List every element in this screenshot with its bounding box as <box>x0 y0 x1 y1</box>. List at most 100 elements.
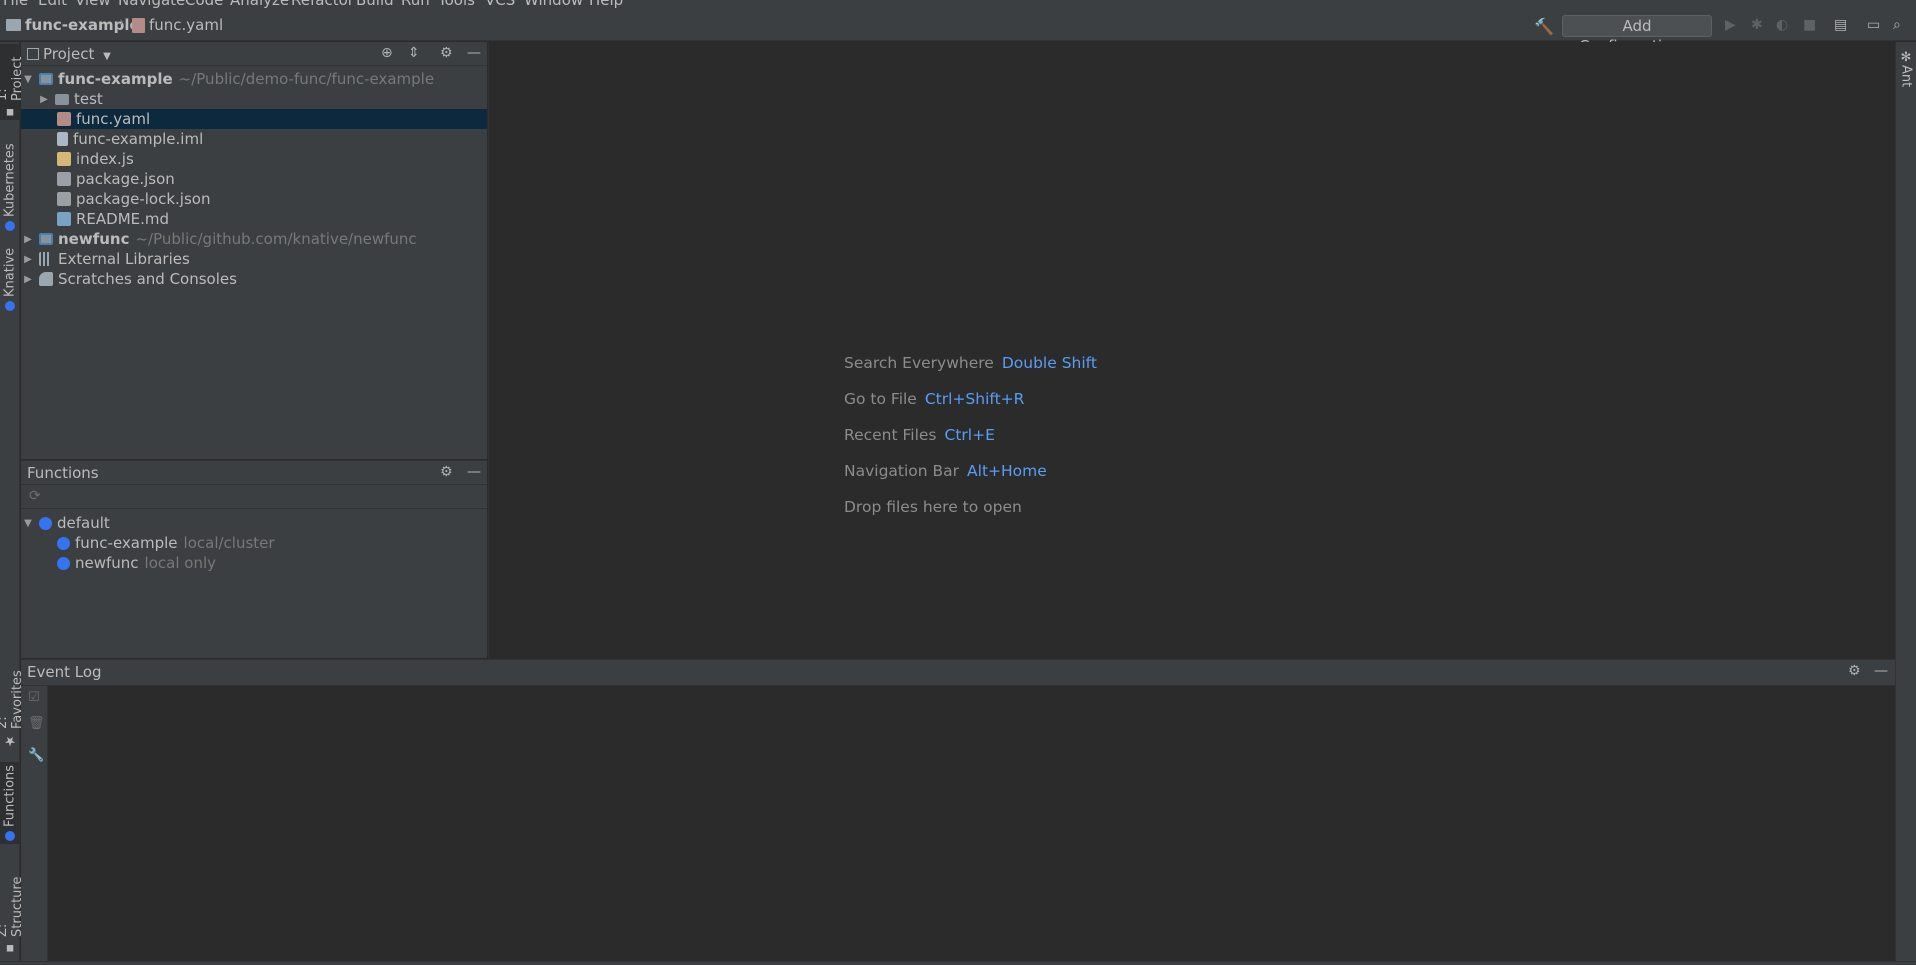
module-icon <box>39 233 53 245</box>
trash-icon[interactable]: 🗑 <box>28 716 45 731</box>
json-file-icon <box>57 172 71 186</box>
module-icon <box>39 73 53 85</box>
folder-icon: ▪ <box>2 105 18 120</box>
tree-item-label: newfunc <box>58 230 130 248</box>
menu-file[interactable]: File <box>3 0 28 9</box>
wrench-icon[interactable]: 🔧 <box>28 748 44 763</box>
menu-window[interactable]: Window <box>524 0 583 9</box>
minimize-icon[interactable]: — <box>467 464 481 480</box>
hint-recent-files: Recent Files Ctrl+E <box>844 426 995 444</box>
tree-item-readme[interactable]: README.md <box>21 209 487 229</box>
add-configuration-button[interactable]: Add Configuration... <box>1562 15 1712 55</box>
hint-drop-files: Drop files here to open <box>844 498 1022 516</box>
menu-edit[interactable]: Edit <box>38 0 67 9</box>
menu-tools[interactable]: Tools <box>438 0 475 9</box>
json-file-icon <box>57 192 71 206</box>
iml-file-icon <box>57 132 68 146</box>
breadcrumb-file-label: func.yaml <box>149 16 224 34</box>
menu-view[interactable]: View <box>75 0 111 9</box>
menu-build[interactable]: Build <box>356 0 394 9</box>
tab-project[interactable]: ▪ 1: Project <box>0 44 25 120</box>
refresh-icon[interactable]: ⟳ <box>29 488 41 504</box>
search-everywhere-icon[interactable]: ⌕ <box>1893 17 1901 33</box>
tab-structure[interactable]: ▪ Z: Structure <box>0 860 25 956</box>
breadcrumb-file[interactable]: func.yaml <box>132 16 223 34</box>
minimize-icon[interactable]: — <box>467 45 481 61</box>
project-panel-title: Project <box>43 45 95 63</box>
right-tool-strip: ✻ Ant <box>1895 42 1916 965</box>
tree-item-package-json[interactable]: package.json <box>21 169 487 189</box>
coverage-icon[interactable]: ◐ <box>1776 17 1788 33</box>
event-log-toolbar: ☑ 🗑 🔧 <box>21 686 48 965</box>
tree-item-func-yaml[interactable]: func.yaml <box>21 109 487 129</box>
menu-code[interactable]: Code <box>185 0 223 9</box>
event-log-header: Event Log ⚙ — <box>21 660 1895 686</box>
debug-icon[interactable]: ✱ <box>1751 17 1763 33</box>
menu-analyze[interactable]: Analyze <box>230 0 289 9</box>
gear-icon[interactable]: ⚙ <box>1848 663 1861 679</box>
structure-icon: ▪ <box>2 941 18 956</box>
tree-item-index-js[interactable]: index.js <box>21 149 487 169</box>
minimize-icon[interactable]: — <box>1874 663 1888 679</box>
stop-icon[interactable]: ■ <box>1803 17 1816 33</box>
tab-functions[interactable]: Functions <box>0 762 20 844</box>
build-hammer-icon[interactable]: 🔨 <box>1534 17 1554 36</box>
folder-icon <box>6 19 21 31</box>
tree-item-label: func.yaml <box>76 110 151 128</box>
collapsed-arrow-icon: ▶ <box>40 93 48 105</box>
menu-refactor[interactable]: Refactor <box>291 0 354 9</box>
tree-item-label: package.json <box>76 170 175 188</box>
locate-target-icon[interactable]: ⊕ <box>381 45 393 61</box>
tree-item-iml[interactable]: func-example.iml <box>21 129 487 149</box>
star-icon: ★ <box>2 733 18 748</box>
tree-item-label: default <box>57 514 110 532</box>
scratches-icon <box>39 272 53 286</box>
hint-label: Go to File <box>844 390 917 408</box>
editor-area[interactable]: Search Everywhere Double Shift Go to File… <box>488 42 1895 658</box>
collapse-all-icon[interactable]: ⇕ <box>408 45 420 61</box>
tree-item-scratches[interactable]: ▶ Scratches and Consoles <box>21 269 487 289</box>
menu-help[interactable]: Help <box>589 0 623 9</box>
tree-item-function[interactable]: func-example local/cluster <box>21 533 487 553</box>
run-icon[interactable]: ▶ <box>1725 17 1736 33</box>
tree-item-path: ~/Public/github.com/knative/newfunc <box>135 230 417 248</box>
yaml-file-icon <box>132 17 145 33</box>
functions-panel: Functions ⚙ — ⟳ ▼ default func-example l… <box>21 460 487 658</box>
project-panel-header: Project ▼ ⊕ ⇕ ⚙ — <box>21 42 487 66</box>
mark-all-read-icon[interactable]: ☑ <box>28 690 40 705</box>
project-panel: Project ▼ ⊕ ⇕ ⚙ — ▼ func-example ~/Publi… <box>21 42 487 459</box>
tree-item-function[interactable]: newfunc local only <box>21 553 487 573</box>
function-icon <box>57 556 70 570</box>
gear-icon[interactable]: ⚙ <box>440 45 453 61</box>
ant-icon: ✻ <box>1898 50 1914 66</box>
breadcrumb-separator-icon: › <box>119 15 125 30</box>
menu-vcs[interactable]: VCS <box>485 0 515 9</box>
expanded-arrow-icon: ▼ <box>24 73 32 85</box>
menu-navigate[interactable]: Navigate <box>118 0 185 9</box>
tree-item-external-libraries[interactable]: ▶ External Libraries <box>21 249 487 269</box>
project-view-icon <box>27 48 39 60</box>
menu-bar: File Edit View Navigate Code Analyze Ref… <box>0 0 1916 9</box>
left-tool-strip: ▪ 1: Project Kubernetes Knative ★ 2: Fav… <box>0 42 25 965</box>
tab-knative-label: Knative <box>2 247 18 297</box>
tree-item-test[interactable]: ▶ test <box>21 89 487 109</box>
hint-navigation-bar: Navigation Bar Alt+Home <box>844 462 1047 480</box>
tree-item-package-lock-json[interactable]: package-lock.json <box>21 189 487 209</box>
gear-icon[interactable]: ⚙ <box>440 464 453 480</box>
hint-label: Recent Files <box>844 426 937 444</box>
terminal-window-icon[interactable]: ▭ <box>1867 17 1880 33</box>
tab-ant[interactable]: ✻ Ant <box>1896 44 1916 94</box>
tree-item-func-example[interactable]: ▼ func-example ~/Public/demo-func/func-e… <box>21 69 487 89</box>
hint-search-everywhere: Search Everywhere Double Shift <box>844 354 1097 372</box>
tree-item-label: func-example <box>58 70 173 88</box>
expanded-arrow-icon: ▼ <box>24 517 32 529</box>
tab-knative[interactable]: Knative <box>0 244 20 314</box>
project-structure-icon[interactable]: ▤ <box>1834 17 1847 33</box>
folder-icon <box>55 93 69 105</box>
tab-favorites[interactable]: ★ 2: Favorites <box>0 656 25 748</box>
tab-kubernetes[interactable]: Kubernetes <box>0 142 20 232</box>
menu-run[interactable]: Run <box>401 0 430 9</box>
tree-item-newfunc[interactable]: ▶ newfunc ~/Public/github.com/knative/ne… <box>21 229 487 249</box>
project-view-selector[interactable]: Project ▼ <box>27 45 111 63</box>
tree-item-default[interactable]: ▼ default <box>21 513 487 533</box>
